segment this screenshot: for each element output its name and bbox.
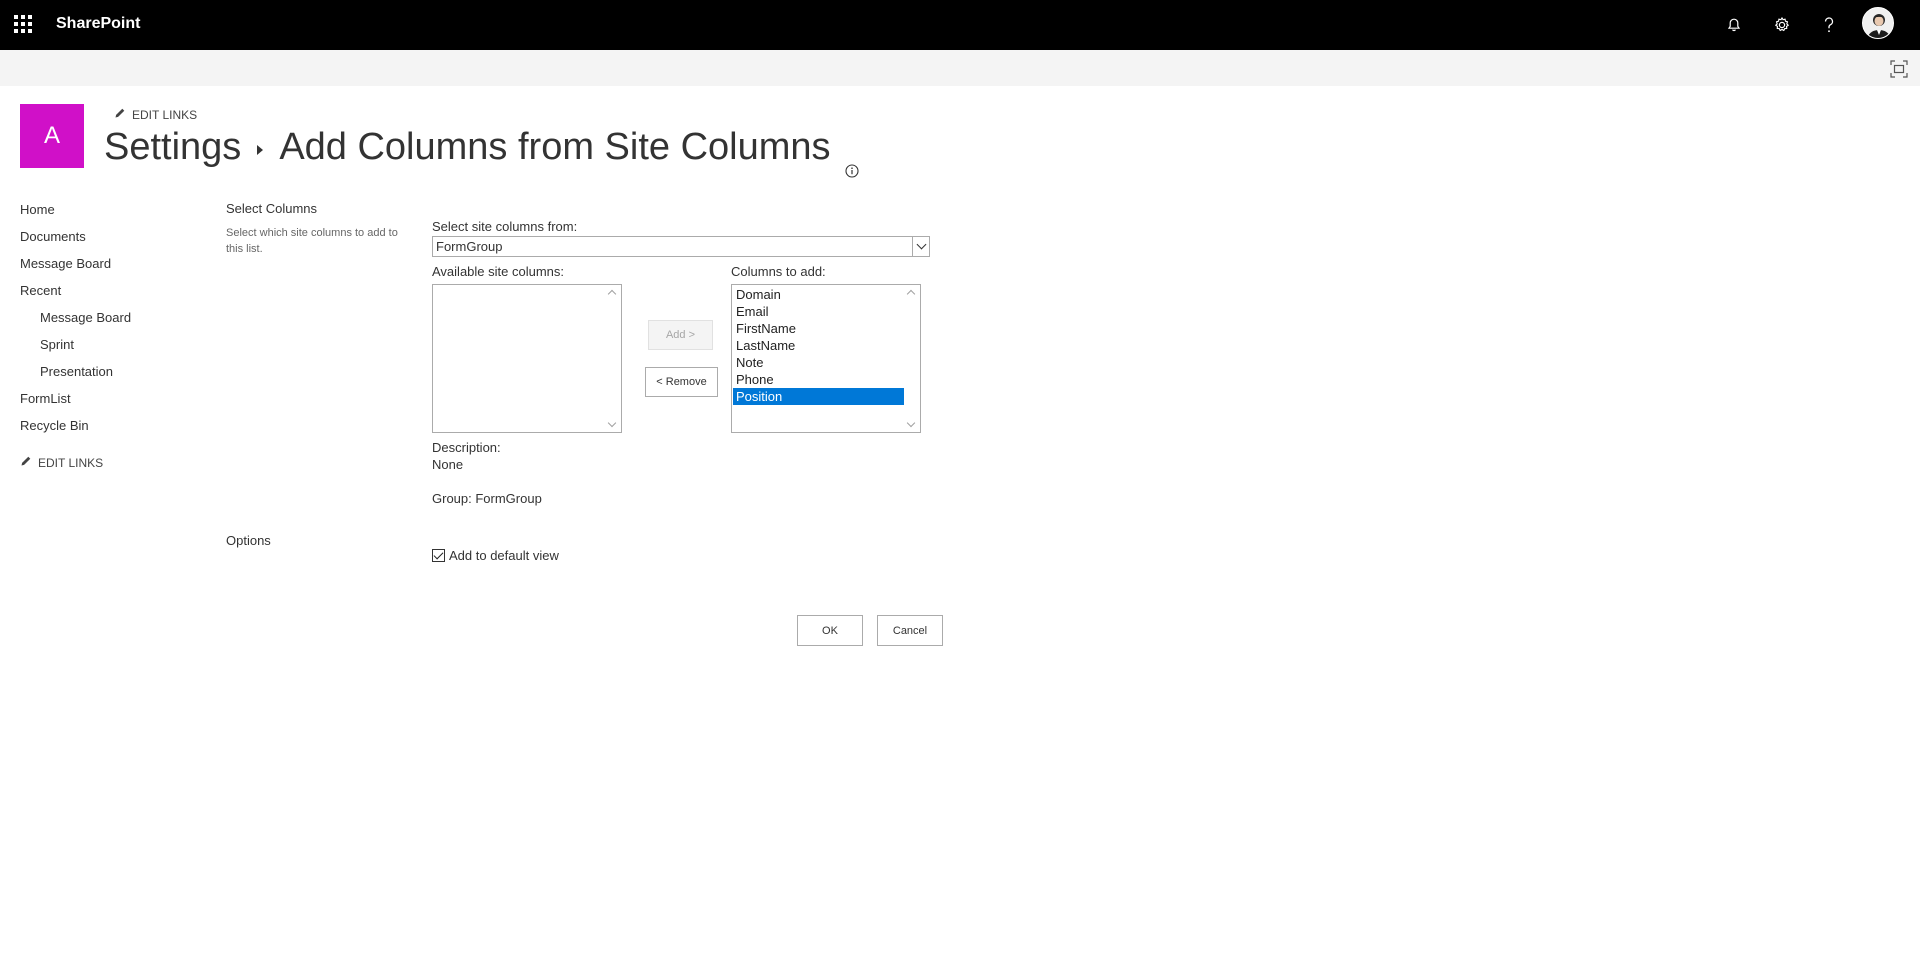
avatar[interactable]: [1862, 7, 1894, 39]
description-value: None: [432, 457, 464, 472]
scroll-down-icon[interactable]: [906, 418, 916, 428]
list-item[interactable]: Email: [733, 303, 905, 320]
scroll-down-icon[interactable]: [607, 418, 617, 428]
nav-item-recent[interactable]: Recent: [20, 281, 190, 308]
available-columns-label: Available site columns:: [432, 264, 564, 279]
nav-item-home[interactable]: Home: [20, 200, 190, 227]
help-icon[interactable]: [1816, 12, 1842, 38]
site-column-group-value: FormGroup: [436, 239, 503, 254]
list-item[interactable]: FirstName: [733, 320, 905, 337]
add-to-default-view-label[interactable]: Add to default view: [449, 548, 559, 563]
scrollbar[interactable]: [904, 285, 920, 432]
list-item[interactable]: Note: [733, 354, 905, 371]
nav-item-formlist[interactable]: FormList: [20, 389, 190, 416]
nav-edit-links-label: EDIT LINKS: [38, 455, 104, 470]
chevron-down-icon[interactable]: [912, 237, 929, 256]
nav-subitem-sprint[interactable]: Sprint: [20, 335, 190, 362]
breadcrumb-settings[interactable]: Settings: [104, 126, 241, 169]
description-label: Description:: [432, 440, 501, 455]
nav-subitem-message-board[interactable]: Message Board: [20, 308, 190, 335]
columns-to-add-listbox[interactable]: Domain Email FirstName LastName Note Pho…: [731, 284, 921, 433]
nav-item-documents[interactable]: Documents: [20, 227, 190, 254]
pencil-icon: [114, 107, 126, 122]
pencil-icon: [20, 455, 32, 470]
bell-icon[interactable]: [1721, 12, 1747, 38]
breadcrumb-separator-icon: [257, 144, 264, 155]
site-logo-letter: A: [43, 122, 60, 149]
nav-item-message-board[interactable]: Message Board: [20, 254, 190, 281]
nav-edit-links[interactable]: EDIT LINKS: [20, 455, 190, 470]
page-title-text: Add Columns from Site Columns: [279, 126, 831, 168]
nav-subitem-presentation[interactable]: Presentation: [20, 362, 190, 389]
ok-button[interactable]: OK: [797, 615, 863, 646]
app-name[interactable]: SharePoint: [56, 15, 140, 33]
suite-bar: SharePoint: [0, 0, 1920, 50]
scroll-up-icon[interactable]: [607, 289, 617, 299]
available-columns-listbox[interactable]: [432, 284, 622, 433]
gear-icon[interactable]: [1769, 12, 1795, 38]
select-columns-title: Select Columns: [226, 201, 318, 216]
command-bar: [0, 50, 1920, 86]
cancel-button[interactable]: Cancel: [877, 615, 943, 646]
top-edit-links[interactable]: EDIT LINKS: [114, 107, 197, 122]
app-launcher-icon[interactable]: [14, 15, 32, 33]
scrollbar[interactable]: [605, 285, 621, 432]
site-logo[interactable]: A: [20, 104, 84, 168]
add-to-default-view-checkbox[interactable]: [432, 549, 445, 562]
page-title: Settings Add Columns from Site Columns: [104, 126, 859, 178]
list-item[interactable]: Domain: [733, 286, 905, 303]
top-edit-links-label: EDIT LINKS: [132, 107, 198, 122]
left-navigation: Home Documents Message Board Recent Mess…: [20, 200, 190, 470]
select-from-label: Select site columns from:: [432, 219, 578, 234]
list-item[interactable]: LastName: [733, 337, 905, 354]
remove-button[interactable]: < Remove: [645, 367, 718, 397]
focus-mode-icon[interactable]: [1890, 60, 1908, 78]
select-columns-description: Select which site columns to add to this…: [226, 227, 398, 255]
nav-item-recycle-bin[interactable]: Recycle Bin: [20, 416, 190, 443]
scroll-up-icon[interactable]: [906, 289, 916, 299]
list-item-selected[interactable]: Position: [733, 388, 905, 405]
options-title: Options: [226, 533, 271, 548]
columns-to-add-label: Columns to add:: [731, 264, 826, 279]
add-button[interactable]: Add >: [648, 320, 713, 350]
site-column-group-select[interactable]: FormGroup: [432, 236, 930, 257]
info-icon[interactable]: [844, 145, 859, 178]
list-item[interactable]: Phone: [733, 371, 905, 388]
group-text: Group: FormGroup: [432, 491, 542, 506]
